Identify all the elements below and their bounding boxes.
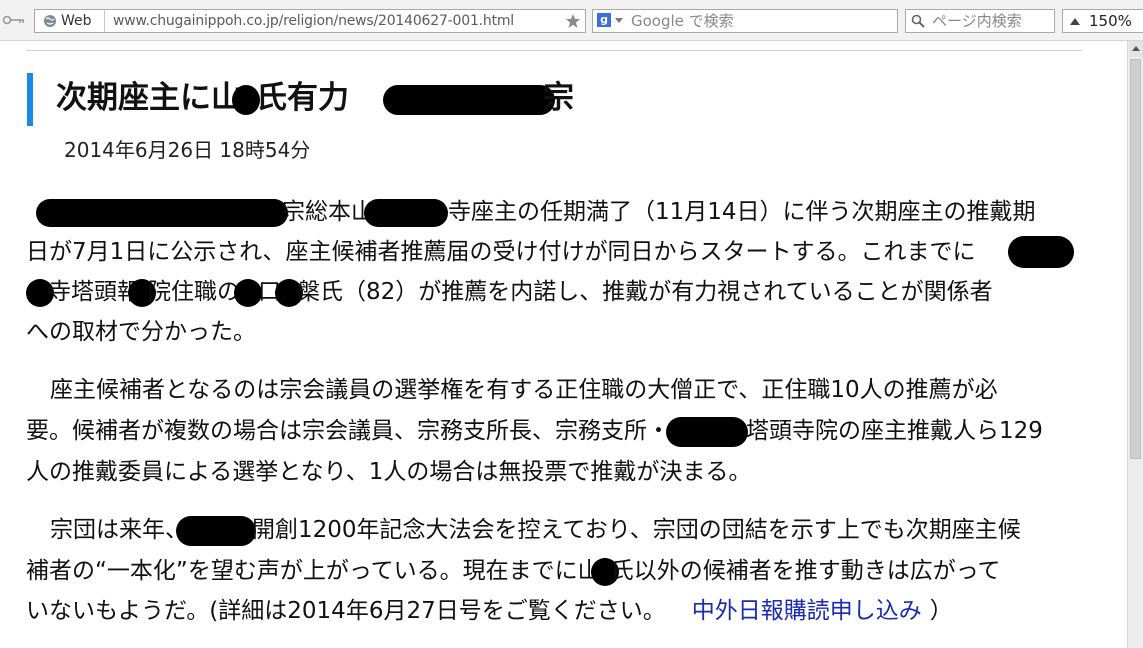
paragraph-1-line-4: への取材で分かった。 [26,316,256,348]
text-run: 要。候補者が複数の場合は宗会議員、宗務支所長、宗務支所・ [26,418,670,444]
text-run: 寺座主の任期満了（11月14日）に伴う次期座主の推戴期 [448,199,1036,225]
site-label: Web [61,13,92,29]
search-icon [911,14,925,28]
title-accent-bar [27,73,33,126]
redaction-mark [666,416,748,447]
redaction-mark [383,84,555,115]
browser-toolbar: Web www.chugainippoh.co.jp/religion/news… [0,0,1143,41]
text-run: 補者の“一本化”を望む声が上がっている。現在までに山 [26,558,601,584]
search-input-placeholder[interactable]: Google で検索 [631,12,734,30]
text-run: 塔頭寺院の座主推戴人ら129 [746,418,1043,444]
globe-icon [44,15,56,27]
article-date: 2014年6月26日 18時54分 [64,138,311,162]
text-run: 座主候補者となるのは宗会議員の選挙権を有する正住職の大僧正で、正住職10人の推薦… [50,377,998,403]
zoom-level: 150% [1089,12,1132,30]
paragraph-2-line-3: 人の推戴委員による選挙となり、1人の場合は無投票で推戴が決まる。 [26,456,751,488]
text-run: 氏以外の候補者を推す動きは広がって [610,558,1001,584]
text-run: 寺塔頭報 [48,279,140,305]
title-part: 次期座主に山 [56,80,242,116]
paragraph-3-line-3: いないもようだ。(詳細は2014年6月27日号をご覧ください。 中外日報購読申し込… [26,595,953,627]
paragraph-1-line-3: 寺塔頭報 院住職の口槃氏（82）が推薦を内諾し、推戴が有力視されていることが関係者 [26,276,993,308]
chevron-up-icon[interactable] [1070,17,1080,25]
find-input-placeholder[interactable]: ページ内検索 [932,12,1022,30]
google-icon[interactable]: g [597,13,611,27]
chevron-down-icon[interactable] [615,18,623,24]
redaction-mark [36,198,288,227]
arrow-up-icon [1132,46,1140,51]
site-identity-button[interactable]: Web [35,10,105,32]
text-run: 槃氏（82）が推薦を内諾し、推戴が有力視されていることが関係者 [297,279,993,305]
paragraph-1-line-1: 宗総本山 寺座主の任期満了（11月14日）に伴う次期座主の推戴期 [36,196,1036,228]
divider [26,50,1082,51]
paragraph-3-line-2: 補者の“一本化”を望む声が上がっている。現在までに山 氏以外の候補者を推す動きは広… [26,555,1001,587]
redaction-mark [1008,236,1074,268]
text-run: 日が7月1日に公示され、座主候補者推薦届の受け付けが同日からスタートする。これま… [26,239,976,265]
text-run: 院住職の [148,279,240,305]
zoom-control[interactable]: 150% [1062,9,1143,33]
paragraph-1-line-2: 日が7月1日に公示され、座主候補者推薦届の受け付けが同日からスタートする。これま… [26,236,976,268]
redaction-mark [364,198,448,227]
text-run: 人の推戴委員による選挙となり、1人の場合は無投票で推戴が決まる。 [26,459,752,485]
key-icon [2,15,24,25]
paragraph-3-line-1: 宗団は来年、 開創1200年記念大法会を控えており、宗団の団結を示す上でも次期座主… [50,514,1021,546]
vertical-scrollbar[interactable] [1127,41,1143,648]
text-run: 開創1200年記念大法会を控えており、宗団の団結を示す上でも次期座主候 [252,517,1021,543]
text-run: 宗総本山 [282,199,374,225]
title-part: 宗 [543,80,574,116]
scrollbar-thumb[interactable] [1130,59,1141,459]
paragraph-2-line-1: 座主候補者となるのは宗会議員の選挙権を有する正住職の大僧正で、正住職10人の推薦… [50,374,998,406]
bookmark-star-icon[interactable] [565,13,581,29]
paragraph-2-line-2: 要。候補者が複数の場合は宗会議員、宗務支所長、宗務支所・ 塔頭寺院の座主推戴人ら1… [26,415,1043,447]
scroll-up-button[interactable] [1129,41,1143,57]
find-in-page-bar[interactable]: ページ内検索 [905,9,1055,33]
text-run: への取材で分かった。 [26,319,256,345]
text-run: 宗団は来年、 [50,517,188,543]
article-title: 次期座主に山 氏有力 宗 [56,78,574,118]
address-bar[interactable]: Web www.chugainippoh.co.jp/religion/news… [34,9,586,33]
text-run: いないもようだ。(詳細は2014年6月27日号をご覧ください。 [26,598,666,624]
subscribe-link[interactable]: 中外日報購読申し込み [692,598,922,624]
search-bar[interactable]: g Google で検索 [592,9,898,33]
redaction-mark [176,515,256,546]
url-text[interactable]: www.chugainippoh.co.jp/religion/news/201… [113,12,514,30]
text-run: ） [929,598,953,624]
title-part: 氏有力 [256,80,349,116]
